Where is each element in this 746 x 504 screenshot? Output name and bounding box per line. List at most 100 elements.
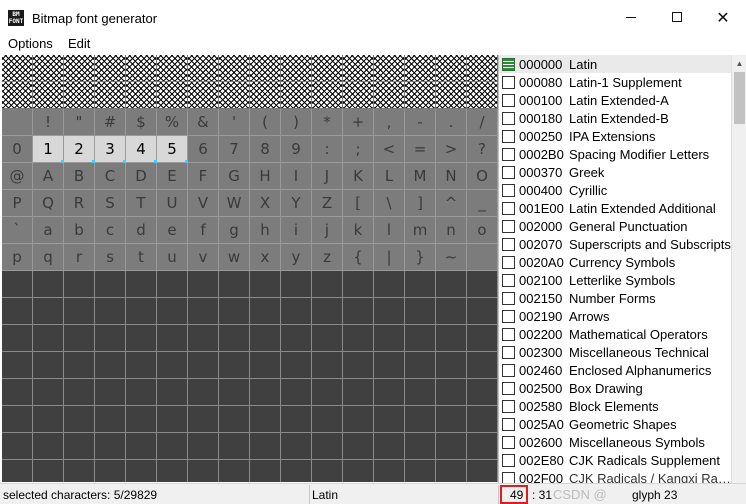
glyph-cell[interactable]: U xyxy=(157,190,188,217)
glyph-cell-control[interactable] xyxy=(343,55,374,82)
glyph-cell-empty[interactable] xyxy=(95,352,126,379)
glyph-cell-empty[interactable] xyxy=(157,433,188,460)
glyph-cell-empty[interactable] xyxy=(405,379,436,406)
glyph-cell-empty[interactable] xyxy=(250,298,281,325)
glyph-cell-empty[interactable] xyxy=(405,298,436,325)
glyph-cell[interactable]: S xyxy=(95,190,126,217)
range-row[interactable]: 002200 Mathematical Operators xyxy=(499,325,731,343)
glyph-cell[interactable]: \ xyxy=(374,190,405,217)
range-row[interactable]: 000400 Cyrillic xyxy=(499,181,731,199)
glyph-cell[interactable]: , xyxy=(374,109,405,136)
glyph-cell[interactable]: 3 xyxy=(95,136,127,164)
glyph-cell-empty[interactable] xyxy=(343,379,374,406)
range-checkbox[interactable] xyxy=(502,435,515,449)
glyph-cell-empty[interactable] xyxy=(2,325,33,352)
glyph-cell[interactable]: < xyxy=(374,136,405,163)
glyph-cell-empty[interactable] xyxy=(312,352,343,379)
maximize-button[interactable] xyxy=(654,0,700,34)
glyph-cell-empty[interactable] xyxy=(219,271,250,298)
glyph-cell-empty[interactable] xyxy=(219,379,250,406)
range-checkbox[interactable] xyxy=(502,237,515,251)
range-row[interactable]: 0020A0 Currency Symbols xyxy=(499,253,731,271)
glyph-cell-empty[interactable] xyxy=(343,406,374,433)
glyph-cell-empty[interactable] xyxy=(250,352,281,379)
glyph-cell-empty[interactable] xyxy=(33,325,64,352)
glyph-cell-empty[interactable] xyxy=(126,298,157,325)
glyph-cell-empty[interactable] xyxy=(219,298,250,325)
glyph-cell[interactable]: s xyxy=(95,244,126,271)
glyph-cell-control[interactable] xyxy=(2,82,33,109)
range-checkbox[interactable] xyxy=(502,57,515,71)
range-checkbox[interactable] xyxy=(502,147,515,161)
glyph-cell-empty[interactable] xyxy=(281,352,312,379)
glyph-cell[interactable]: v xyxy=(188,244,219,271)
range-list-scrollbar[interactable]: ▲ xyxy=(731,55,746,483)
glyph-cell-empty[interactable] xyxy=(64,352,95,379)
glyph-cell[interactable]: 6 xyxy=(188,136,219,163)
glyph-cell[interactable]: y xyxy=(281,244,312,271)
glyph-cell-control[interactable] xyxy=(436,55,467,82)
glyph-cell-empty[interactable] xyxy=(312,325,343,352)
glyph-cell[interactable]: _ xyxy=(467,190,498,217)
glyph-cell[interactable]: G xyxy=(219,163,250,190)
glyph-cell-empty[interactable] xyxy=(64,325,95,352)
glyph-cell[interactable]: T xyxy=(126,190,157,217)
glyph-cell-control[interactable] xyxy=(157,82,188,109)
glyph-cell-empty[interactable] xyxy=(250,460,281,482)
glyph-cell-empty[interactable] xyxy=(405,352,436,379)
range-row[interactable]: 000000 Latin xyxy=(499,55,731,73)
glyph-cell-empty[interactable] xyxy=(64,460,95,482)
range-row[interactable]: 002580 Block Elements xyxy=(499,397,731,415)
glyph-cell-empty[interactable] xyxy=(64,433,95,460)
glyph-cell-empty[interactable] xyxy=(33,460,64,482)
glyph-cell[interactable]: J xyxy=(312,163,343,190)
range-checkbox[interactable] xyxy=(502,75,515,89)
range-checkbox[interactable] xyxy=(502,255,515,269)
glyph-cell-empty[interactable] xyxy=(33,379,64,406)
glyph-cell-empty[interactable] xyxy=(312,460,343,482)
glyph-cell-empty[interactable] xyxy=(436,406,467,433)
glyph-cell[interactable]: H xyxy=(250,163,281,190)
glyph-cell-empty[interactable] xyxy=(64,298,95,325)
glyph-cell[interactable] xyxy=(467,244,498,271)
glyph-cell[interactable]: Q xyxy=(33,190,64,217)
glyph-cell-empty[interactable] xyxy=(188,271,219,298)
range-row[interactable]: 002E80 CJK Radicals Supplement xyxy=(499,451,731,469)
range-checkbox[interactable] xyxy=(502,111,515,125)
glyph-cell-control[interactable] xyxy=(436,82,467,109)
glyph-cell-control[interactable] xyxy=(343,82,374,109)
glyph-cell-empty[interactable] xyxy=(188,325,219,352)
glyph-cell-empty[interactable] xyxy=(33,298,64,325)
glyph-cell-empty[interactable] xyxy=(126,325,157,352)
glyph-cell-empty[interactable] xyxy=(95,379,126,406)
glyph-cell-control[interactable] xyxy=(126,82,157,109)
glyph-cell-empty[interactable] xyxy=(95,271,126,298)
glyph-cell-control[interactable] xyxy=(250,55,281,82)
glyph-cell-empty[interactable] xyxy=(281,433,312,460)
glyph-cell-empty[interactable] xyxy=(467,406,498,433)
glyph-cell-empty[interactable] xyxy=(157,460,188,482)
glyph-grid[interactable]: ! " # $% & '() * +, -./ 0 1 2 3 4 5 6 7 8 9:; < = >? @ A B C D E F G H… xyxy=(2,55,498,482)
glyph-cell-empty[interactable] xyxy=(343,460,374,482)
glyph-cell[interactable]: " xyxy=(64,109,95,136)
menu-edit[interactable]: Edit xyxy=(68,36,90,51)
range-checkbox[interactable] xyxy=(502,291,515,305)
glyph-cell-empty[interactable] xyxy=(64,406,95,433)
glyph-cell-control[interactable] xyxy=(405,82,436,109)
glyph-cell-empty[interactable] xyxy=(157,352,188,379)
glyph-cell[interactable]: 2 xyxy=(64,136,96,164)
glyph-cell[interactable]: 4 xyxy=(126,136,158,164)
glyph-cell[interactable]: | xyxy=(374,244,405,271)
range-row[interactable]: 002600 Miscellaneous Symbols xyxy=(499,433,731,451)
glyph-cell[interactable]: r xyxy=(64,244,95,271)
range-checkbox[interactable] xyxy=(502,417,515,431)
glyph-cell-empty[interactable] xyxy=(157,406,188,433)
glyph-cell-empty[interactable] xyxy=(467,379,498,406)
glyph-cell[interactable]: Y xyxy=(281,190,312,217)
glyph-cell[interactable]: ` xyxy=(2,217,33,244)
glyph-cell[interactable]: 1 xyxy=(33,136,65,164)
glyph-cell[interactable]: g xyxy=(219,217,250,244)
range-checkbox[interactable] xyxy=(502,273,515,287)
glyph-cell[interactable]: ~ xyxy=(436,244,467,271)
glyph-cell[interactable]: 9 xyxy=(281,136,312,163)
